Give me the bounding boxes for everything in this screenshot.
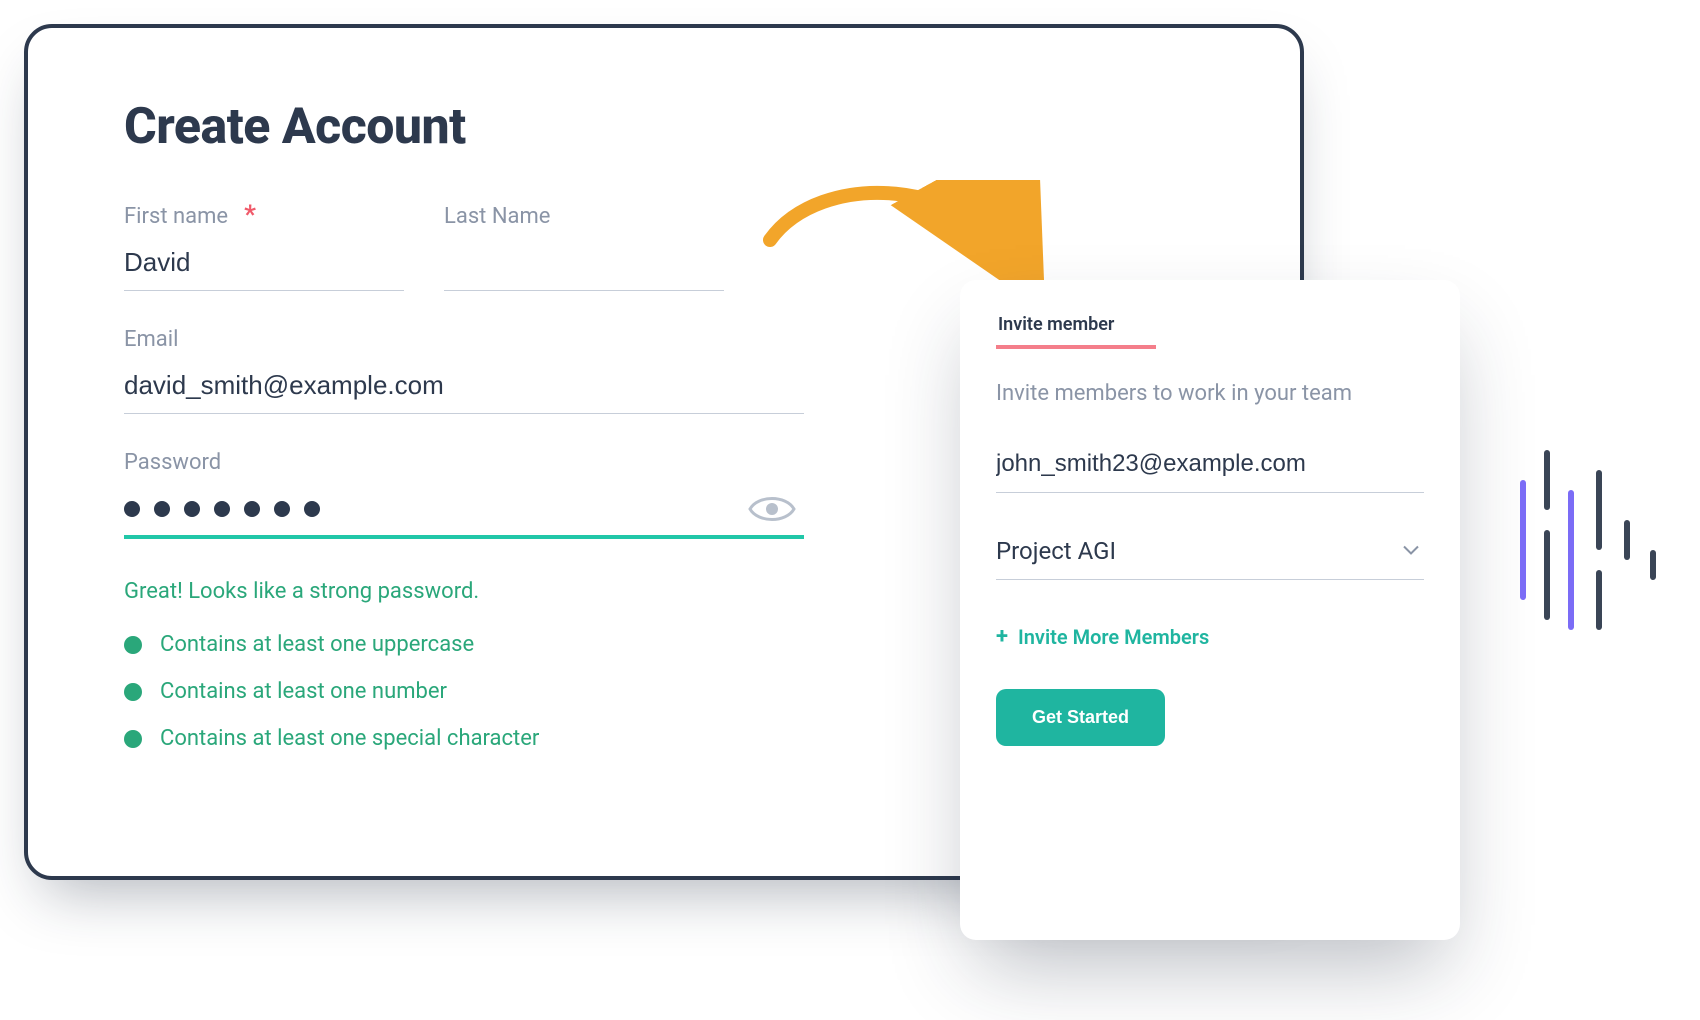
get-started-button[interactable]: Get Started [996,689,1165,746]
last-name-input[interactable] [444,239,724,291]
password-dot [304,501,320,517]
password-dot [214,501,230,517]
eye-icon[interactable] [748,493,796,525]
plus-icon: + [996,624,1008,649]
email-label: Email [124,327,178,352]
invite-member-card: Invite member Invite members to work in … [960,280,1460,940]
first-name-label: First name [124,204,228,229]
password-dot [244,501,260,517]
first-name-field: First name * [124,204,404,291]
required-asterisk-icon: * [244,208,256,222]
password-label: Password [124,450,221,475]
invite-more-label: Invite More Members [1018,625,1209,649]
password-rule-text: Contains at least one number [160,679,447,704]
password-rule-text: Contains at least one uppercase [160,632,474,657]
first-name-input[interactable] [124,239,404,291]
password-dot [154,501,170,517]
project-select[interactable]: Project AGI [996,523,1424,580]
password-input[interactable] [124,485,804,539]
invite-more-button[interactable]: + Invite More Members [996,624,1424,649]
password-field: Password [124,450,804,539]
tab-invite-member[interactable]: Invite member [996,308,1156,349]
last-name-field: Last Name [444,204,724,291]
last-name-label: Last Name [444,204,550,229]
email-input[interactable] [124,362,804,414]
check-bullet-icon [124,636,142,654]
check-bullet-icon [124,730,142,748]
password-dot [274,501,290,517]
decorative-stripes [1520,450,1680,690]
invite-email-input[interactable] [996,436,1424,493]
project-select-value: Project AGI [996,537,1116,565]
page-title: Create Account [124,98,1204,156]
invite-blurb: Invite members to work in your team [996,381,1424,406]
chevron-down-icon [1402,542,1420,561]
password-rule-text: Contains at least one special character [160,726,539,751]
email-field: Email [124,327,804,414]
password-dot [184,501,200,517]
password-dot [124,501,140,517]
check-bullet-icon [124,683,142,701]
